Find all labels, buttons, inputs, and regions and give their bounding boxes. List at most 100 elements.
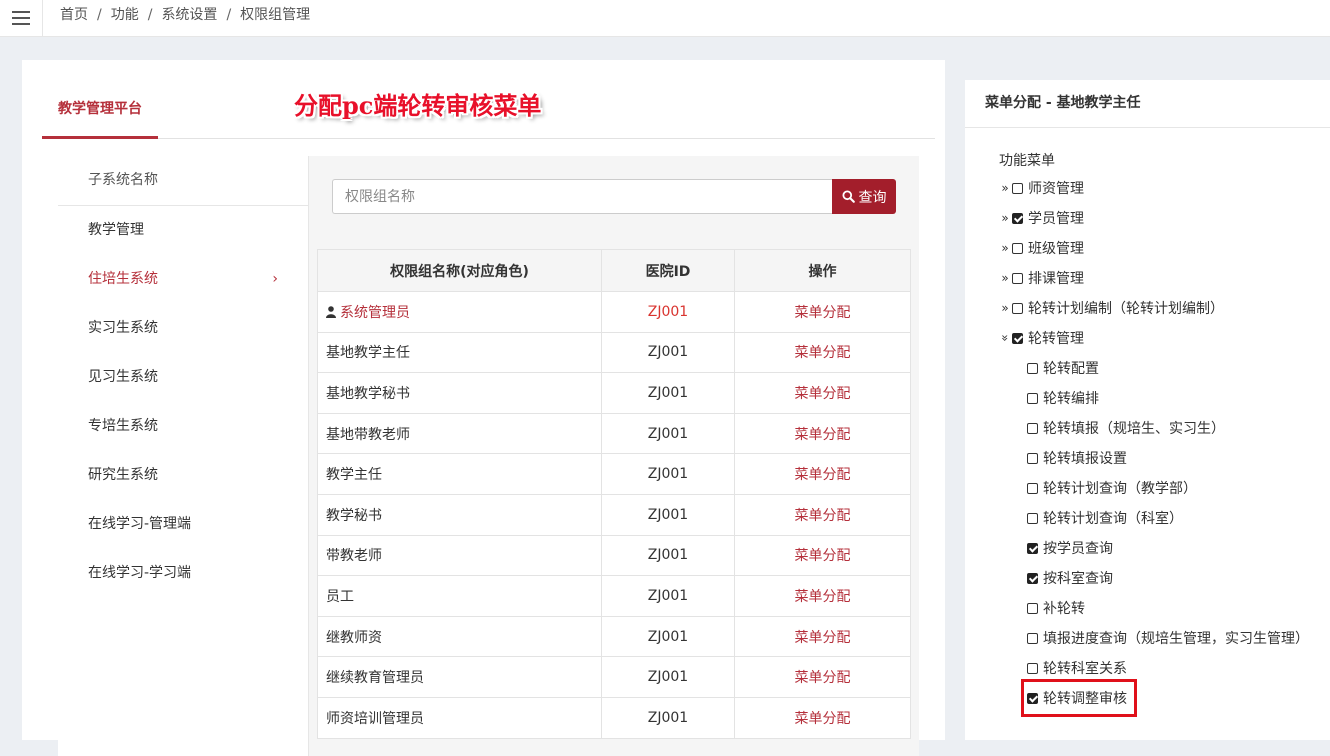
checkbox-icon[interactable] (1012, 272, 1023, 284)
checkbox-icon[interactable] (1027, 662, 1038, 674)
subsystem-item-label: 在线学习-学习端 (88, 565, 192, 581)
subsystem-item[interactable]: 实习生系统 (58, 304, 308, 353)
checkbox-icon[interactable] (1012, 302, 1023, 314)
subsystem-item[interactable]: 研究生系统 (58, 451, 308, 500)
menu-tree-node[interactable]: » 班级管理 (999, 238, 1084, 258)
breadcrumb-home[interactable]: 首页 (60, 7, 88, 23)
menu-assign-link[interactable]: 菜单分配 (795, 548, 851, 564)
subsystem-item[interactable]: 在线学习-学习端 (58, 549, 308, 598)
menu-assign-link[interactable]: 菜单分配 (795, 630, 851, 646)
menu-assign-link[interactable]: 菜单分配 (795, 427, 851, 443)
menu-tree-node[interactable]: 轮转编排 (1027, 388, 1099, 408)
breadcrumb-system-settings[interactable]: 系统设置 (161, 7, 217, 23)
table-row: 系统管理员 ZJ001 菜单分配 (317, 291, 911, 333)
checkbox-icon[interactable] (1027, 602, 1038, 614)
menu-tree-node-label: 补轮转 (1043, 601, 1085, 617)
caret-right-icon[interactable]: » (999, 271, 1011, 285)
menu-tree-node[interactable]: 按学员查询 (1027, 538, 1113, 558)
menu-tree-node[interactable]: 按科室查询 (1027, 568, 1113, 588)
menu-tree-node[interactable]: 轮转填报设置 (1027, 448, 1127, 468)
caret-right-icon[interactable]: » (999, 301, 1011, 315)
table-row: 基地教学秘书 ZJ001 菜单分配 (317, 372, 911, 414)
menu-allocation-panel: 菜单分配 - 基地教学主任 功能菜单 » 师资管理» 学员管理» 班级管理» 排课管理»… (965, 80, 1330, 740)
role-name-cell: 基地教学秘书 (317, 372, 602, 414)
action-cell: 菜单分配 (734, 656, 911, 698)
menu-tree-node-label: 轮转管理 (1028, 331, 1084, 347)
checkbox-icon[interactable] (1012, 242, 1023, 254)
menu-assign-link[interactable]: 菜单分配 (795, 670, 851, 686)
menu-tree-node[interactable]: » 轮转管理 (998, 328, 1084, 348)
hospital-id-cell: ZJ001 (601, 534, 735, 577)
role-group-table: 权限组名称(对应角色) 医院ID 操作 系统管理员 ZJ001 菜单分配 基地教学主任… (317, 249, 911, 739)
column-header-hospital-id: 医院ID (601, 249, 735, 292)
role-name: 教学主任 (326, 467, 382, 484)
menu-tree-node-label: 排课管理 (1028, 271, 1084, 287)
menu-tree-node[interactable]: 轮转配置 (1027, 358, 1099, 378)
menu-assign-link[interactable]: 菜单分配 (795, 711, 851, 727)
checkbox-checked-icon[interactable] (1027, 542, 1038, 554)
action-cell: 菜单分配 (734, 575, 911, 617)
caret-right-icon[interactable]: » (999, 181, 1011, 195)
checkbox-icon[interactable] (1027, 482, 1038, 494)
hospital-id-cell: ZJ001 (601, 696, 735, 739)
checkbox-icon[interactable] (1027, 362, 1038, 374)
role-name-cell: 教学秘书 (317, 493, 602, 536)
search-button[interactable]: 查询 (832, 179, 896, 214)
checkbox-checked-icon[interactable] (1027, 572, 1038, 584)
checkbox-icon[interactable] (1027, 452, 1038, 464)
menu-tree-node-label: 按科室查询 (1043, 571, 1113, 587)
breadcrumb: 首页 / 功能 / 系统设置 / 权限组管理 (60, 7, 311, 23)
menu-tree-node[interactable]: 轮转计划查询（科室） (1027, 508, 1183, 528)
action-cell: 菜单分配 (734, 412, 911, 455)
caret-right-icon[interactable]: » (999, 241, 1011, 255)
caret-down-icon[interactable]: » (998, 332, 1012, 344)
subsystem-list: 子系统名称 教学管理 住培生系统 › 实习生系统 见习生系统 专培生系统 研究生系统 在线学习… (58, 156, 309, 756)
role-name-cell: 基地带教老师 (317, 412, 602, 455)
hospital-id-cell: ZJ001 (601, 615, 735, 658)
checkbox-icon[interactable] (1027, 512, 1038, 524)
table-header-row: 权限组名称(对应角色) 医院ID 操作 (317, 249, 911, 292)
menu-assign-link[interactable]: 菜单分配 (795, 589, 851, 605)
search-icon (841, 190, 855, 203)
menu-assign-link[interactable]: 菜单分配 (795, 386, 851, 402)
caret-right-icon[interactable]: » (999, 211, 1011, 225)
checkbox-checked-icon[interactable] (1012, 332, 1023, 344)
role-name-cell: 教学主任 (317, 453, 602, 495)
menu-tree-node[interactable]: 轮转计划查询（教学部） (1027, 478, 1197, 498)
subsystem-item[interactable]: 在线学习-管理端 (58, 500, 308, 549)
role-name-cell: 基地教学主任 (317, 331, 602, 374)
menu-tree-node[interactable]: 轮转科室关系 (1027, 658, 1127, 678)
menu-tree-node[interactable]: » 学员管理 (999, 208, 1084, 228)
menu-assign-link[interactable]: 菜单分配 (795, 467, 851, 483)
menu-tree-node[interactable]: » 师资管理 (999, 178, 1084, 198)
subsystem-item[interactable]: 专培生系统 (58, 402, 308, 451)
main-card: 教学管理平台 分配pc端轮转审核菜单 子系统名称 教学管理 住培生系统 › 实习生系统… (22, 60, 945, 756)
tab-teaching-platform[interactable]: 教学管理平台 (42, 80, 158, 139)
menu-assign-link[interactable]: 菜单分配 (795, 508, 851, 524)
table-row: 员工 ZJ001 菜单分配 (317, 575, 911, 617)
role-name-cell: 师资培训管理员 (317, 696, 602, 739)
menu-tree-node[interactable]: » 排课管理 (999, 268, 1084, 288)
checkbox-icon[interactable] (1027, 422, 1038, 434)
role-group-area: 查询 权限组名称(对应角色) 医院ID 操作 系统管理员ZJ001菜单分配基地教… (309, 156, 919, 756)
hospital-id-cell: ZJ001 (601, 453, 735, 495)
breadcrumb-function[interactable]: 功能 (111, 7, 139, 23)
checkbox-icon[interactable] (1027, 632, 1038, 644)
menu-tree-node[interactable]: 填报进度查询（规培生管理，实习生管理） (1027, 628, 1309, 648)
menu-tree-node[interactable]: 补轮转 (1027, 598, 1085, 618)
role-group-search-input[interactable] (332, 179, 841, 214)
subsystem-item[interactable]: 住培生系统 › (58, 255, 308, 304)
menu-assign-link[interactable]: 菜单分配 (795, 345, 851, 361)
subsystem-item[interactable]: 教学管理 (58, 206, 308, 255)
menu-assign-link[interactable]: 菜单分配 (795, 305, 851, 321)
table-row: 师资培训管理员 ZJ001 菜单分配 (317, 696, 911, 739)
checkbox-icon[interactable] (1027, 392, 1038, 404)
checkbox-icon[interactable] (1012, 182, 1023, 194)
subsystem-item[interactable]: 见习生系统 (58, 353, 308, 402)
action-cell: 菜单分配 (734, 453, 911, 495)
menu-toggle-button[interactable] (0, 0, 43, 36)
checkbox-checked-icon[interactable] (1012, 212, 1023, 224)
menu-tree-node[interactable]: » 轮转计划编制（轮转计划编制） (999, 298, 1224, 318)
menu-tree-node[interactable]: 轮转填报（规培生、实习生） (1027, 418, 1225, 438)
action-cell: 菜单分配 (734, 534, 911, 577)
